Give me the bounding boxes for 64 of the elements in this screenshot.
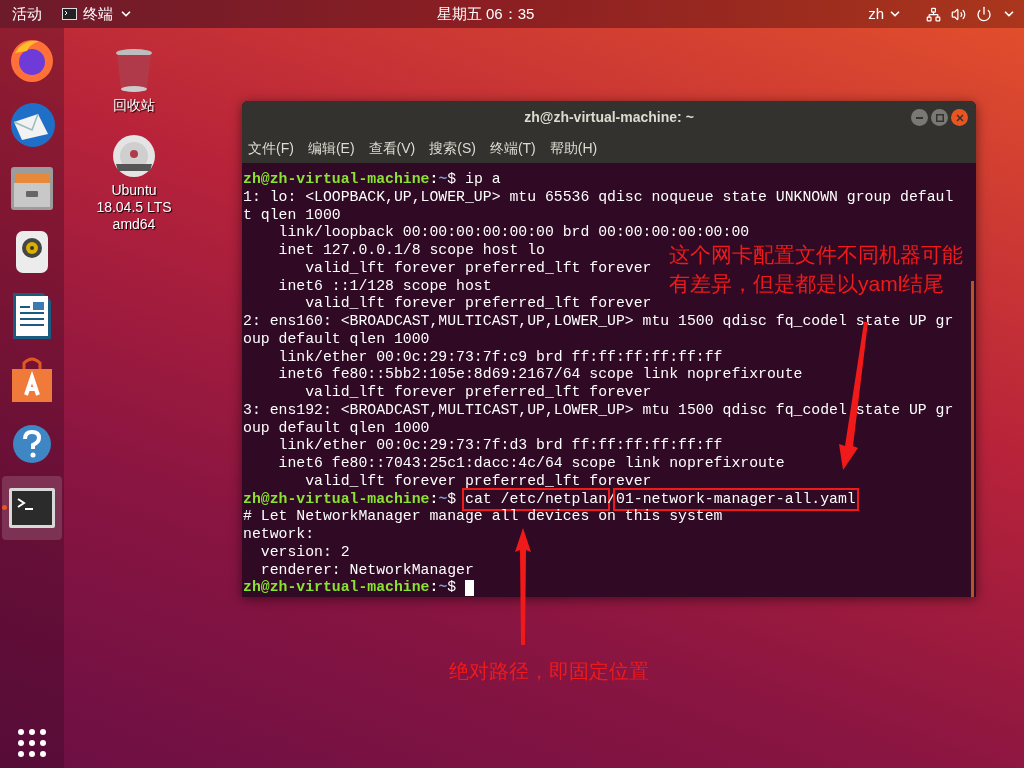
maximize-icon: [935, 113, 944, 122]
annotation-text: 绝对路径，即固定位置: [449, 659, 649, 684]
output-line: 3: ens192: <BROADCAST,MULTICAST,UP,LOWER_UP> mtu 1500 qdisc fq_codel state UP gr: [243, 401, 954, 420]
file-cabinet-icon[interactable]: [10, 165, 54, 211]
highlighted-command-text: 01-network-manager-all.yaml: [616, 490, 856, 509]
output-line: valid_lft forever preferred_lft forever: [304, 295, 652, 313]
terminal-icon[interactable]: [9, 488, 55, 528]
maximize-button[interactable]: [931, 109, 948, 126]
close-button[interactable]: [951, 109, 968, 126]
output-line: link/ether 00:0c:29:73:7f:d3 brd ff:ff:ff:ff:ff:ff: [277, 437, 723, 455]
output-line: version: 2: [259, 543, 350, 562]
output-line: valid_lft forever preferred_lft forever: [304, 472, 652, 491]
menu-item[interactable]: 终端(T): [489, 137, 536, 159]
menu-item[interactable]: 搜索(S): [429, 137, 476, 159]
output-line: inet6 fe80::7043:25c1:dacc:4c/64 scope link noprefixroute: [277, 455, 785, 473]
output-line: renderer: NetworkManager: [259, 561, 474, 580]
output-line: valid_lft forever preferred_lft forever: [304, 259, 652, 278]
prompt: zh@zh-virtual-machine:~$: [243, 579, 458, 597]
output-line: inet6 fe80::5bb2:105e:8d69:2167/64 scope link noprefixroute: [277, 366, 803, 384]
output-line: inet6 ::1/128 scope host: [277, 277, 492, 296]
volume-icon[interactable]: [951, 6, 966, 22]
output-line: oup default qlen 1000: [243, 419, 430, 438]
annotation-text: 这个网卡配置文件不同机器可能有差异，但是都是以yaml结尾: [669, 242, 964, 297]
clock[interactable]: 星期五 06：35: [436, 2, 535, 26]
close-icon: [955, 113, 964, 122]
window-title: zh@zh-virtual-machine: ~: [524, 107, 694, 127]
shopping-bag-icon[interactable]: [10, 357, 54, 403]
menu-item[interactable]: 帮助(H): [549, 137, 598, 159]
terminal-icon: [62, 8, 77, 20]
desktop-icon-label[interactable]: 回收站: [113, 97, 155, 114]
prompt: zh@zh-virtual-machine:~$: [243, 171, 458, 189]
output-line: # Let NetworkManager manage all devices on this system: [243, 508, 723, 526]
menu-item[interactable]: 文件(F): [248, 137, 294, 159]
highlighted-command-text: cat /etc/netplan: [465, 490, 608, 509]
app-menu[interactable]: 终端: [54, 2, 141, 26]
desktop-icon-label[interactable]: Ubuntu 18.04.5 LTS amd64: [96, 182, 172, 233]
output-line: oup default qlen 1000: [243, 330, 430, 349]
scrollbar[interactable]: [971, 281, 974, 597]
activities-button[interactable]: 活动: [0, 2, 54, 26]
output-line: t qlen 1000: [243, 206, 341, 225]
output-line: link/ether 00:0c:29:73:7f:c9 brd ff:ff:ff:ff:ff:ff: [277, 348, 723, 367]
disc-icon[interactable]: [112, 134, 156, 178]
document-icon[interactable]: [12, 292, 52, 340]
command-text: ip a: [465, 171, 501, 189]
input-method-menu[interactable]: zh: [860, 2, 910, 26]
globe-icon[interactable]: [9, 37, 55, 83]
output-line: 1: lo: <LOOPBACK,UP,LOWER_UP> mtu 65536 qdisc noqueue state UNKNOWN group defaul: [243, 188, 954, 207]
menu-item[interactable]: 查看(V): [368, 137, 416, 159]
network-icon[interactable]: [926, 6, 941, 22]
output-line: 2: ens160: <BROADCAST,MULTICAST,UP,LOWER_UP> mtu 1500 qdisc fq_codel state UP gr: [243, 313, 954, 331]
question-icon[interactable]: [12, 424, 52, 464]
grid-icon[interactable]: [17, 728, 47, 758]
dock-item[interactable]: [2, 476, 62, 540]
output-line: inet 127.0.0.1/8 scope host lo: [277, 242, 545, 260]
power-icon[interactable]: [976, 6, 992, 22]
prompt: zh@zh-virtual-machine:~$: [243, 490, 458, 509]
menu-item[interactable]: 编辑(E): [307, 137, 355, 159]
envelope-icon[interactable]: [8, 100, 56, 148]
minimize-icon: [916, 116, 923, 119]
minimize-button[interactable]: [911, 109, 928, 126]
output-line: network:: [243, 526, 315, 544]
trash-icon[interactable]: [114, 47, 154, 93]
output-line: link/loopback 00:00:00:00:00:00 brd 00:00:00:00:00:00: [277, 224, 750, 242]
output-line: valid_lft forever preferred_lft forever: [304, 384, 652, 402]
